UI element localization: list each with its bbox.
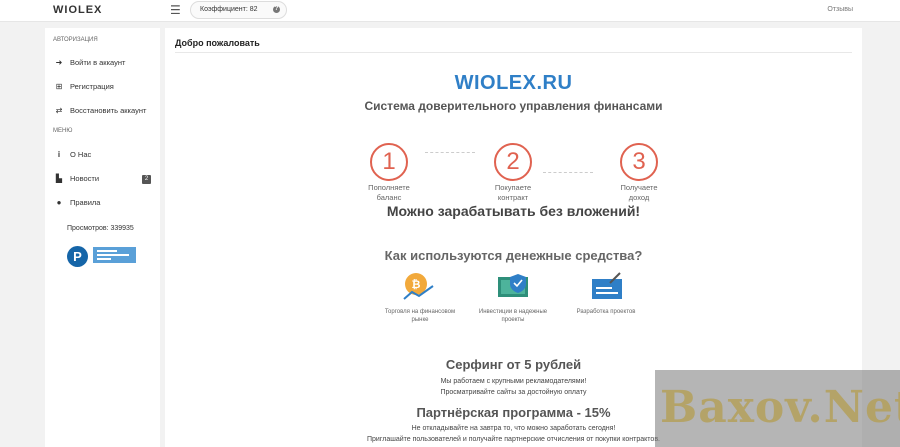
info-icon: i xyxy=(57,150,61,159)
sidebar-item-rules[interactable]: ● Правила xyxy=(45,193,160,213)
fund-3-line1: Разработка проектов xyxy=(576,309,636,315)
coefficient-text: Коэффициент: 82 xyxy=(200,6,258,13)
auth-heading: АВТОРИЗАЦИЯ xyxy=(53,37,98,43)
tagline: Система доверительного управления финанс… xyxy=(364,99,663,113)
fund-3-label: Разработка проектов xyxy=(556,308,656,316)
fund-1-line2: рынке xyxy=(411,317,429,323)
sidebar-item-label: Войти в аккаунт xyxy=(70,58,126,67)
sidebar-item-label: Новости xyxy=(70,174,100,183)
step-arrow xyxy=(425,152,475,153)
sidebar-item-register[interactable]: ⊞ Регистрация xyxy=(45,77,160,97)
watermark: Baxov.Net xyxy=(655,370,900,447)
sidebar-item-label: Регистрация xyxy=(70,82,114,91)
sidebar-item-label: О Нас xyxy=(70,150,92,159)
page-title: Добро пожаловать xyxy=(175,38,260,48)
coefficient-pill: Коэффициент: 82 ? xyxy=(190,1,287,19)
news-count-badge: 2 xyxy=(142,175,151,184)
top-bar: WIOLEX ☰ Коэффициент: 82 ? Отзывы xyxy=(0,0,900,22)
design-icon xyxy=(592,272,622,299)
sidebar: АВТОРИЗАЦИЯ ➜ Войти в аккаунт ⊞ Регистра… xyxy=(45,28,160,447)
document-icon: ▙ xyxy=(55,174,63,183)
bitcoin-chart-icon: ₿ xyxy=(403,273,434,300)
title-divider xyxy=(175,52,852,53)
brand-title: WIOLEX.RU xyxy=(454,72,573,94)
help-icon[interactable]: ? xyxy=(273,6,280,13)
sidebar-item-label: Восстановить аккаунт xyxy=(70,106,147,115)
menu-toggle-icon[interactable]: ☰ xyxy=(170,4,181,16)
step-3-label: Получаете доход xyxy=(599,183,679,203)
step-3-line1: Получаете xyxy=(620,183,658,192)
step-2-label: Покупаете контракт xyxy=(473,183,553,203)
restore-icon: ⇄ xyxy=(55,106,63,115)
step-arrow xyxy=(543,172,593,173)
watermark-text: Baxov.Net xyxy=(660,382,900,433)
no-investment-headline: Можно зарабатывать без вложений! xyxy=(386,203,641,219)
fund-2-label: Инвестиции в надежные проекты xyxy=(463,308,563,324)
step-2-circle: 2 xyxy=(494,143,532,181)
step-3-circle: 3 xyxy=(620,143,658,181)
sidebar-item-login[interactable]: ➜ Войти в аккаунт xyxy=(45,53,160,73)
views-counter: Просмотров: 339935 xyxy=(67,225,134,232)
payment-card-logo[interactable] xyxy=(93,247,136,263)
exclamation-icon: ● xyxy=(56,198,62,207)
sidebar-item-about[interactable]: i О Нас xyxy=(45,145,160,165)
fund-2-line1: Инвестиции в надежные xyxy=(478,309,548,315)
step-1-circle: 1 xyxy=(370,143,408,181)
svg-text:₿: ₿ xyxy=(412,278,421,291)
payeer-logo[interactable]: P xyxy=(67,246,88,267)
funds-title: Как используются денежные средства? xyxy=(384,248,643,263)
step-1-line1: Пополняете xyxy=(368,183,410,192)
fund-1-line1: Торговля на финансовом xyxy=(384,309,456,315)
step-2-line2: контракт xyxy=(497,193,529,202)
login-icon: ➜ xyxy=(55,58,63,67)
site-logo[interactable]: WIOLEX xyxy=(53,4,102,16)
step-1-line2: баланс xyxy=(376,193,402,202)
reviews-link[interactable]: Отзывы xyxy=(827,6,853,13)
step-1-label: Пополняете баланс xyxy=(349,183,429,203)
sidebar-item-label: Правила xyxy=(70,198,101,207)
menu-heading: МЕНЮ xyxy=(53,128,73,134)
sidebar-item-news[interactable]: ▙ Новости 2 xyxy=(45,169,160,189)
plus-icon: ⊞ xyxy=(55,82,63,91)
step-3-line2: доход xyxy=(628,193,650,202)
fund-1-label: Торговля на финансовом рынке xyxy=(370,308,470,324)
sidebar-item-restore[interactable]: ⇄ Восстановить аккаунт xyxy=(45,101,160,121)
shield-laptop-icon xyxy=(498,274,528,297)
fund-2-line2: проекты xyxy=(501,317,525,323)
step-2-line1: Покупаете xyxy=(494,183,532,192)
